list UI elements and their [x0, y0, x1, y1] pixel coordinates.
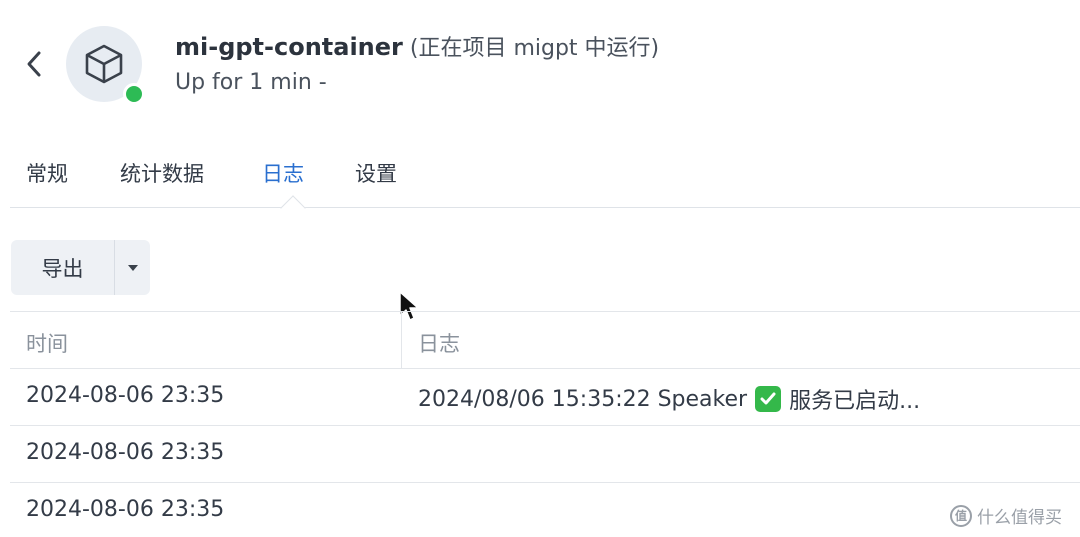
chevron-left-icon [27, 51, 41, 77]
table-row[interactable]: 2024-08-06 23:35 [10, 483, 1080, 537]
page-title: mi-gpt-container (正在项目 migpt 中运行) [175, 30, 659, 62]
row-log: 2024/08/06 15:35:22 Speaker 服务已启动... [418, 383, 920, 415]
tab-settings[interactable]: 设置 [355, 158, 397, 188]
cube-icon [85, 44, 123, 84]
column-header-log[interactable]: 日志 [418, 328, 460, 358]
tab-bar: 常规 统计数据 日志 设置 [10, 150, 1080, 221]
column-divider[interactable] [401, 312, 402, 369]
export-button[interactable]: 导出 [11, 240, 115, 295]
watermark: 值 什么值得买 [950, 503, 1062, 528]
container-detail-page: mi-gpt-container (正在项目 migpt 中运行) Up for… [0, 0, 1080, 537]
table-row[interactable]: 2024-08-06 23:35 2024/08/06 15:35:22 Spe… [10, 369, 1080, 426]
row-time: 2024-08-06 23:35 [26, 383, 225, 408]
log-text: 2024/08/06 15:35:22 Speaker [418, 386, 748, 412]
container-name: mi-gpt-container [175, 33, 403, 61]
running-status-dot [123, 83, 145, 105]
table-row[interactable]: 2024-08-06 23:35 [10, 426, 1080, 483]
export-dropdown-button[interactable] [115, 240, 150, 295]
project-note: (正在项目 migpt 中运行) [402, 36, 660, 61]
row-time: 2024-08-06 23:35 [26, 497, 225, 522]
tab-general[interactable]: 常规 [26, 158, 68, 188]
export-button-group: 导出 [11, 240, 150, 295]
caret-down-icon [127, 264, 138, 271]
container-status-text: Up for 1 min - [175, 70, 327, 95]
column-header-time[interactable]: 时间 [26, 328, 68, 358]
table-header: 时间 日志 [10, 311, 1080, 369]
row-time: 2024-08-06 23:35 [26, 440, 225, 465]
tab-statistics[interactable]: 统计数据 [120, 158, 204, 188]
active-tab-indicator [280, 195, 306, 221]
tab-logs[interactable]: 日志 [262, 158, 304, 188]
watermark-text: 什么值得买 [977, 508, 1062, 528]
watermark-logo: 值 [950, 504, 972, 527]
log-table: 时间 日志 2024-08-06 23:35 2024/08/06 15:35:… [10, 311, 1080, 537]
check-mark-icon [755, 386, 782, 412]
back-button[interactable] [18, 44, 50, 84]
log-text-suffix: 服务已启动... [789, 389, 921, 414]
